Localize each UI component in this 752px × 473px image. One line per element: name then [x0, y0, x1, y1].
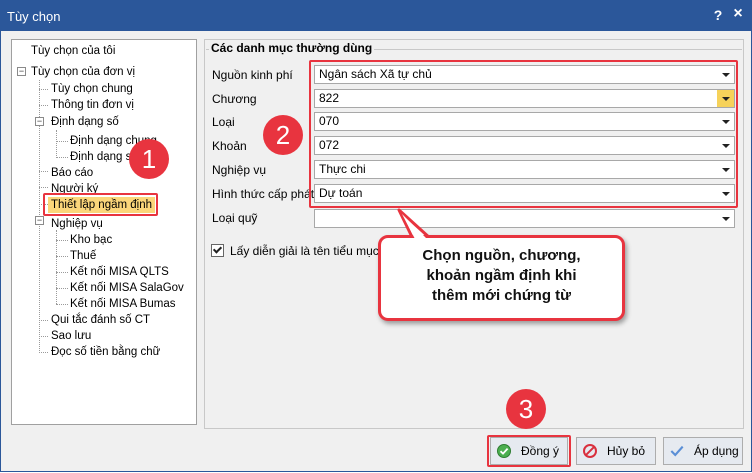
collapse-toggle-icon[interactable]: − [17, 67, 26, 76]
label-allocation-form: Hình thức cấp phát [212, 187, 315, 201]
tree-item-unit-info[interactable]: Thông tin đơn vị [51, 97, 134, 113]
tree-item-number-format[interactable]: Định dạng số [51, 114, 119, 130]
window-title: Tùy chọn [7, 9, 61, 24]
callout-line-1: Chọn nguồn, chương, [422, 247, 581, 264]
description-checkbox[interactable] [211, 244, 224, 257]
label-chapter: Chương [212, 92, 257, 106]
group-title: Các danh mục thường dùng [209, 41, 375, 55]
callout-line-2: khoản ngầm định khi [426, 267, 577, 284]
checkmark-icon [670, 445, 684, 457]
label-type: Loại [212, 115, 235, 129]
chevron-down-icon[interactable] [722, 217, 730, 221]
help-button[interactable]: ? [709, 7, 727, 23]
tree-item-unit-options[interactable]: Tùy chọn của đơn vị [31, 64, 135, 80]
label-fund-type: Loại quỹ [212, 211, 258, 225]
tree-item-misa-qlts[interactable]: Kết nối MISA QLTS [70, 264, 169, 280]
tree-item-amount-in-words[interactable]: Đọc số tiền bằng chữ [51, 344, 160, 360]
label-item: Khoản [212, 139, 247, 153]
tree-item-backup[interactable]: Sao lưu [51, 328, 91, 344]
apply-button[interactable]: Áp dụng [663, 437, 743, 465]
tree-item-general-options[interactable]: Tùy chọn chung [51, 81, 133, 97]
cancel-button[interactable]: Hủy bỏ [576, 437, 656, 465]
highlight-box-combos [309, 60, 738, 208]
step-badge-2: 2 [263, 115, 303, 155]
label-operation: Nghiệp vụ [212, 163, 267, 177]
options-tree: − − − Tùy chọn của tôi Tùy chọn của đơn … [11, 39, 197, 425]
step-badge-3: 3 [506, 389, 546, 429]
close-button[interactable]: × [729, 5, 747, 23]
tree-item-misa-salagov[interactable]: Kết nối MISA SalaGov [70, 280, 184, 296]
callout-note: Chọn nguồn, chương, khoản ngầm định khi … [378, 235, 625, 321]
tree-item-misa-bumas[interactable]: Kết nối MISA Bumas [70, 296, 175, 312]
description-checkbox-label: Lấy diễn giải là tên tiểu mục [230, 244, 379, 258]
callout-line-3: thêm mới chứng từ [431, 287, 572, 304]
highlight-box-tree [43, 193, 158, 216]
collapse-toggle-icon[interactable]: − [35, 117, 44, 126]
cancel-circle-icon [583, 444, 597, 458]
tree-item-my-options[interactable]: Tùy chọn của tôi [31, 43, 115, 59]
tree-item-number-format-sub[interactable]: Định dạng s [70, 149, 131, 165]
check-icon [212, 244, 223, 254]
collapse-toggle-icon[interactable]: − [35, 216, 44, 225]
highlight-box-ok [487, 435, 571, 467]
tree-item-treasury[interactable]: Kho bạc [70, 232, 112, 248]
tree-item-operations[interactable]: Nghiệp vụ [51, 216, 103, 232]
fund-type-select[interactable] [314, 209, 735, 228]
title-bar: Tùy chọn ? × [1, 1, 751, 31]
tree-item-tax[interactable]: Thuế [70, 248, 96, 264]
tree-item-reports[interactable]: Báo cáo [51, 165, 93, 181]
step-badge-1: 1 [129, 139, 169, 179]
apply-button-label: Áp dụng [694, 444, 739, 458]
options-dialog: Tùy chọn ? × − − − Tùy chọn của tôi Tùy … [0, 0, 752, 472]
label-funding-source: Nguồn kinh phí [212, 68, 293, 82]
cancel-button-label: Hủy bỏ [607, 444, 646, 458]
tree-item-numbering-rules[interactable]: Qui tắc đánh số CT [51, 312, 150, 328]
